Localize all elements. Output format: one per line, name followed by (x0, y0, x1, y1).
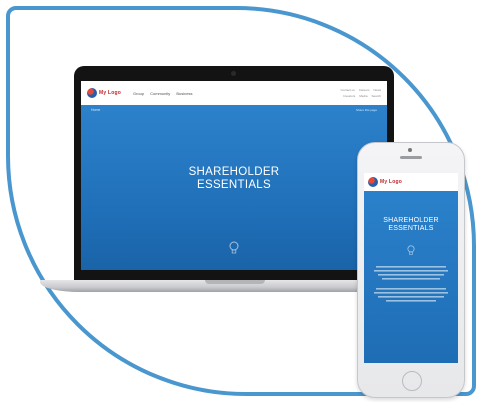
home-button[interactable] (402, 371, 422, 391)
logo-icon (87, 88, 97, 98)
phone-paragraph-placeholder (372, 266, 450, 308)
laptop-camera (231, 71, 236, 76)
logo-icon (368, 177, 378, 187)
util-link[interactable]: Contact us (340, 88, 354, 92)
laptop-nav: Group Community Business (133, 91, 193, 96)
laptop-subbar: Home Share this page (81, 105, 387, 115)
phone-device: My Logo SHAREHOLDER ESSENTIALS (357, 142, 465, 398)
phone-hero-title: SHAREHOLDER ESSENTIALS (364, 217, 458, 233)
laptop-utility-links: Contact us Careers News Investors Media … (340, 88, 381, 98)
laptop-screen: My Logo Group Community Business Contact… (74, 66, 394, 280)
logo-text: My Logo (380, 179, 402, 185)
phone-hero-line-1: SHAREHOLDER (383, 217, 439, 224)
phone-screen: My Logo SHAREHOLDER ESSENTIALS (364, 173, 458, 363)
lightbulb-icon (407, 245, 415, 255)
breadcrumb[interactable]: Home (91, 108, 100, 112)
illustration-stage: My Logo Group Community Business Contact… (0, 0, 486, 402)
nav-item-community[interactable]: Community (150, 91, 170, 96)
laptop-hero-title: SHAREHOLDER ESSENTIALS (81, 166, 387, 192)
hero-line-2: ESSENTIALS (197, 179, 271, 191)
util-link[interactable]: Careers (359, 88, 370, 92)
hero-line-1: SHAREHOLDER (188, 166, 280, 178)
nav-item-business[interactable]: Business (176, 91, 192, 96)
text-lines-placeholder (374, 266, 448, 302)
logo-text: My Logo (99, 90, 121, 96)
laptop-logo[interactable]: My Logo (87, 88, 121, 98)
util-link[interactable]: Investors (343, 94, 355, 98)
util-link[interactable]: Media (359, 94, 367, 98)
share-link[interactable]: Share this page (356, 108, 377, 112)
util-link[interactable]: News (373, 88, 381, 92)
phone-speaker (400, 156, 422, 159)
laptop-display: My Logo Group Community Business Contact… (81, 81, 387, 270)
laptop-notch (205, 280, 265, 284)
util-link[interactable]: Search (371, 94, 381, 98)
laptop-header: My Logo Group Community Business Contact… (81, 81, 387, 105)
phone-logo[interactable]: My Logo (368, 177, 402, 187)
phone-hero-line-2: ESSENTIALS (388, 225, 434, 232)
lightbulb-icon (229, 241, 239, 254)
phone-header: My Logo (364, 173, 458, 191)
nav-item-group[interactable]: Group (133, 91, 144, 96)
phone-camera (408, 148, 412, 152)
